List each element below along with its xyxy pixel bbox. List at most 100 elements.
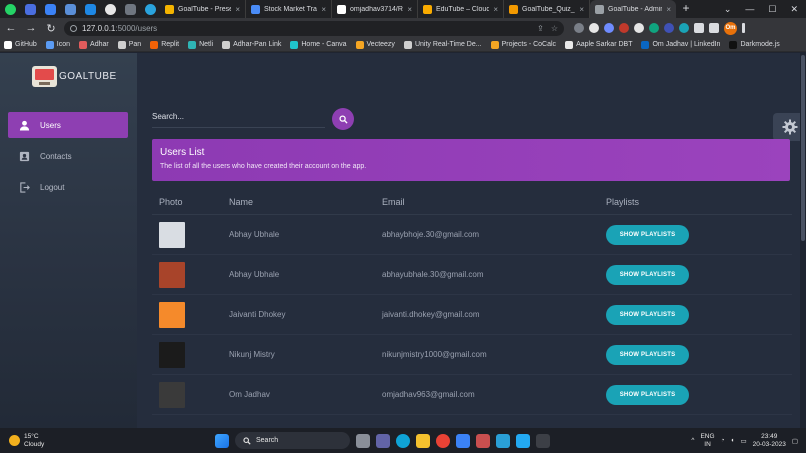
extension-icon[interactable]: [664, 23, 674, 33]
page-scrollbar[interactable]: [800, 53, 806, 428]
scrollbar-thumb[interactable]: [801, 55, 805, 241]
bookmark-item[interactable]: Icon: [45, 40, 70, 49]
menu-dots-icon[interactable]: [742, 23, 745, 33]
chevron-down-icon[interactable]: ⌄: [724, 4, 732, 15]
back-icon[interactable]: ←: [4, 22, 18, 34]
reload-icon[interactable]: ↻: [44, 22, 58, 35]
pinned-tab-4[interactable]: [60, 0, 80, 18]
bookmark-item[interactable]: Projects - CoCalc: [490, 40, 556, 49]
close-tab-icon[interactable]: ×: [666, 5, 671, 14]
extension-icon[interactable]: [574, 23, 584, 33]
bookmark-item[interactable]: Netli: [188, 40, 213, 49]
close-tab-icon[interactable]: ×: [235, 5, 240, 14]
extension-icon[interactable]: [679, 23, 689, 33]
extension-icon[interactable]: [634, 23, 644, 33]
user-avatar: [159, 341, 185, 368]
bookmark-item[interactable]: Adhar-Pan Link: [222, 40, 281, 49]
sidebar-icon[interactable]: [709, 23, 719, 33]
bookmark-item[interactable]: Pan: [117, 40, 141, 49]
task-view-icon[interactable]: [356, 433, 370, 448]
sidebar-item-users[interactable]: Users: [8, 112, 128, 138]
volume-icon[interactable]: ◖: [731, 437, 735, 444]
extension-icon[interactable]: [589, 23, 599, 33]
close-tab-icon[interactable]: ×: [407, 5, 412, 14]
page-title: Users List: [160, 147, 205, 158]
pinned-tab-3[interactable]: [40, 0, 60, 18]
table-body: Abhay Ubhale abhaybhoje.30@gmail.com SHOW …: [152, 215, 792, 415]
weather-widget[interactable]: 15°C Cloudy: [0, 433, 215, 449]
search-button[interactable]: [332, 108, 354, 130]
chevron-up-icon[interactable]: ^: [691, 437, 694, 444]
vscode-icon[interactable]: [516, 433, 530, 448]
page-subtitle: The list of all the users who have creat…: [160, 163, 367, 170]
bookmark-item[interactable]: GitHub: [4, 40, 37, 49]
browser-tab-active[interactable]: GoalTube - Admin ×: [590, 0, 676, 18]
store-icon[interactable]: [456, 433, 470, 448]
puzzle-icon[interactable]: [694, 23, 704, 33]
taskbar-search[interactable]: Search: [235, 432, 350, 449]
terminal-icon[interactable]: [536, 433, 550, 448]
edge-icon[interactable]: [396, 433, 410, 448]
minimize-icon[interactable]: —: [745, 4, 754, 14]
teams-icon[interactable]: [376, 433, 390, 448]
bookmark-item[interactable]: Replit: [150, 40, 179, 49]
extension-icon[interactable]: [604, 23, 614, 33]
bookmark-item[interactable]: Darkmode.js: [729, 40, 780, 49]
email-cell: abhayubhale.30@gmail.com: [382, 270, 484, 279]
bookmark-favicon-icon: [403, 40, 412, 49]
browser-tab[interactable]: GoalTube - Presen ×: [160, 0, 246, 18]
show-playlists-button[interactable]: SHOW PLAYLISTS: [606, 304, 689, 325]
show-playlists-button[interactable]: SHOW PLAYLISTS: [606, 264, 689, 285]
close-tab-icon[interactable]: ×: [579, 5, 584, 14]
notification-icon[interactable]: ▢: [792, 437, 798, 445]
bookmark-item[interactable]: Om Jadhav | LinkedIn: [641, 40, 720, 49]
chrome-icon[interactable]: [436, 433, 450, 448]
bookmark-item[interactable]: Vecteezy: [355, 40, 395, 49]
show-playlists-button[interactable]: SHOW PLAYLISTS: [606, 384, 689, 405]
bookmark-item[interactable]: Adhar: [79, 40, 109, 49]
profile-avatar[interactable]: Om: [724, 21, 737, 35]
show-playlists-button[interactable]: SHOW PLAYLISTS: [606, 224, 689, 245]
clock[interactable]: 23:49 20-03-2023: [753, 433, 786, 449]
app-icon[interactable]: [496, 433, 510, 448]
browser-tab[interactable]: EduTube – Cloud ×: [418, 0, 504, 18]
pinned-tab-5[interactable]: [80, 0, 100, 18]
pinned-tab-6[interactable]: [100, 0, 120, 18]
search-input[interactable]: Search...: [152, 112, 184, 121]
sidebar-item-contacts[interactable]: Contacts: [8, 143, 128, 169]
bookmark-favicon-icon: [117, 40, 126, 49]
close-tab-icon[interactable]: ×: [493, 5, 498, 14]
browser-tab[interactable]: GoalTube_Quiz_Ge ×: [504, 0, 590, 18]
pinned-tab-2[interactable]: [20, 0, 40, 18]
browser-tab[interactable]: omjadhav3714/Ra ×: [332, 0, 418, 18]
maximize-icon[interactable]: ☐: [768, 4, 776, 15]
users-table: Photo Name Email Playlists Abhay Ubhale a…: [152, 189, 792, 415]
pinned-tab-8[interactable]: [140, 0, 160, 18]
language-indicator[interactable]: ENG IN: [700, 433, 714, 449]
bookmark-item[interactable]: Aaple Sarkar DBT: [565, 40, 632, 49]
address-bar[interactable]: 127.0.0.1:5000/users ⇪ ☆: [64, 20, 564, 36]
new-tab-button[interactable]: +: [676, 0, 696, 18]
bookmark-item[interactable]: Home - Canva: [290, 40, 347, 49]
battery-icon[interactable]: ▭: [740, 437, 746, 445]
pinned-tab-7[interactable]: [120, 0, 140, 18]
playlists-cell: SHOW PLAYLISTS: [606, 304, 792, 325]
extension-icon[interactable]: [649, 23, 659, 33]
bookmark-star-icon[interactable]: ☆: [551, 24, 558, 33]
mail-icon[interactable]: [476, 433, 490, 448]
bookmark-item[interactable]: Unity Real-Time De...: [403, 40, 482, 49]
sidebar-item-logout[interactable]: Logout: [8, 174, 128, 200]
close-tab-icon[interactable]: ×: [321, 5, 326, 14]
forward-icon[interactable]: →: [24, 22, 38, 34]
extension-icon[interactable]: [619, 23, 629, 33]
site-info-icon[interactable]: [70, 24, 77, 32]
file-explorer-icon[interactable]: [416, 433, 430, 448]
show-playlists-button[interactable]: SHOW PLAYLISTS: [606, 344, 689, 365]
brand-logo[interactable]: GOALTUBE: [32, 66, 117, 87]
pinned-tab-whatsapp[interactable]: [0, 0, 20, 18]
windows-start-icon[interactable]: [215, 433, 229, 448]
share-icon[interactable]: ⇪: [537, 24, 544, 33]
close-window-icon[interactable]: ✕: [790, 4, 798, 15]
wifi-icon[interactable]: ◔: [721, 437, 725, 444]
browser-tab[interactable]: Stock Market Trad ×: [246, 0, 332, 18]
